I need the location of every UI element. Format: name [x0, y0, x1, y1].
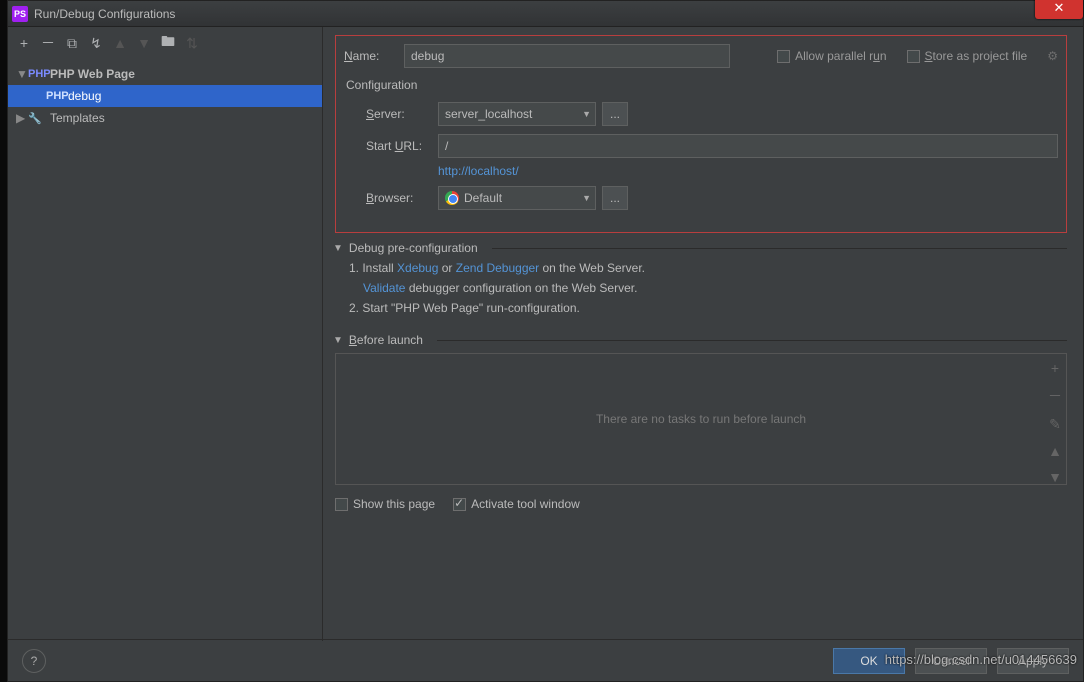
chevron-down-icon: ▼ — [333, 335, 343, 346]
store-as-project-file-checkbox[interactable]: Store as project file — [907, 49, 1028, 63]
activate-tool-window-checkbox[interactable]: Activate tool window — [453, 497, 580, 511]
php-icon: PHP — [46, 90, 64, 102]
debug-step-validate: Validate debugger configuration on the W… — [349, 281, 1067, 295]
validate-link[interactable]: Validate — [363, 281, 405, 295]
name-input[interactable] — [404, 44, 730, 68]
checkbox-label: Store as project file — [925, 49, 1028, 63]
tree-node-debug[interactable]: PHP debug — [8, 85, 322, 107]
name-label: NName:ame: — [344, 49, 404, 63]
cancel-button[interactable]: Cancel — [915, 648, 987, 674]
sidebar-toolbar: + － ⧉ ↯ ▲ ▼ 🖿 ⇅ — [8, 27, 322, 59]
gear-icon[interactable]: ⚙ — [1047, 49, 1058, 63]
config-tree: ▼ PHP PHP Web Page PHP debug ▶ 🔧 Templat… — [8, 59, 322, 641]
chevron-down-icon: ▼ — [582, 109, 591, 119]
down-icon[interactable]: ▼ — [136, 35, 152, 51]
combo-value: server_localhost — [445, 107, 532, 121]
titlebar: PS Run/Debug Configurations — [8, 1, 1083, 27]
chevron-down-icon: ▼ — [333, 243, 343, 254]
starturl-label: Start URL: — [366, 139, 438, 153]
browser-browse-button[interactable]: ... — [602, 186, 628, 210]
add-icon[interactable]: + — [16, 35, 32, 51]
sidebar: + － ⧉ ↯ ▲ ▼ 🖿 ⇅ ▼ PHP PHP Web Page PHP d… — [8, 27, 323, 641]
close-button[interactable]: ✕ — [1035, 0, 1083, 19]
tree-label: PHP Web Page — [50, 67, 135, 81]
tree-node-php-web-page[interactable]: ▼ PHP PHP Web Page — [8, 63, 322, 85]
checkbox-label: Activate tool window — [471, 497, 580, 511]
folder-icon[interactable]: 🖿 — [160, 35, 176, 51]
before-launch-header[interactable]: ▼ Before launch — [333, 333, 1067, 347]
ok-button[interactable]: OK — [833, 648, 905, 674]
remove-icon[interactable]: － — [40, 35, 56, 51]
debug-pre-list: 1. Install Xdebug or Zend Debugger on th… — [349, 261, 1067, 315]
debug-pre-header[interactable]: ▼ Debug pre-configuration — [333, 241, 1067, 255]
configuration-header: Configuration — [346, 78, 1058, 92]
xdebug-link[interactable]: Xdebug — [397, 261, 438, 275]
debug-step-1: 1. Install Xdebug or Zend Debugger on th… — [349, 261, 1067, 275]
expand-icon[interactable]: ▼ — [16, 67, 28, 81]
resolved-url-link[interactable]: http://localhost/ — [438, 164, 519, 178]
before-launch-tasks: There are no tasks to run before launch … — [335, 353, 1067, 485]
server-browse-button[interactable]: ... — [602, 102, 628, 126]
empty-tasks-text: There are no tasks to run before launch — [596, 412, 806, 426]
allow-parallel-run-checkbox[interactable]: Allow parallel run — [777, 49, 886, 63]
starturl-input[interactable] — [438, 134, 1058, 158]
highlight-box: NName:ame: Allow parallel run Store as p… — [335, 35, 1067, 233]
content: + － ⧉ ↯ ▲ ▼ 🖿 ⇅ ▼ PHP PHP Web Page PHP d… — [8, 27, 1083, 641]
move-up-icon[interactable]: ▲ — [1048, 443, 1062, 459]
server-label: Server: — [366, 107, 438, 121]
dialog: PS Run/Debug Configurations ✕ + － ⧉ ↯ ▲ … — [7, 0, 1084, 682]
checkbox-label: Allow parallel run — [795, 49, 886, 63]
app-icon: PS — [12, 6, 28, 22]
task-side-toolbar: + － ✎ ▲ ▼ — [1044, 354, 1066, 484]
window-title: Run/Debug Configurations — [34, 7, 175, 21]
wrench-icon: 🔧 — [28, 112, 46, 125]
add-task-icon[interactable]: + — [1051, 360, 1059, 376]
main-panel: NName:ame: Allow parallel run Store as p… — [323, 27, 1083, 641]
apply-button[interactable]: Apply — [997, 648, 1069, 674]
browser-combo[interactable]: Default ▼ — [438, 186, 596, 210]
chrome-icon — [445, 191, 459, 205]
copy-icon[interactable]: ⧉ — [64, 35, 80, 51]
up-icon[interactable]: ▲ — [112, 35, 128, 51]
move-down-icon[interactable]: ▼ — [1048, 469, 1062, 485]
tree-label: debug — [68, 89, 101, 103]
expand-icon[interactable]: ▶ — [16, 111, 28, 125]
tree-label: Templates — [50, 111, 105, 125]
debug-step-2: 2. Start "PHP Web Page" run-configuratio… — [349, 301, 1067, 315]
edit-task-icon[interactable]: ✎ — [1049, 416, 1061, 433]
server-combo[interactable]: server_localhost ▼ — [438, 102, 596, 126]
remove-task-icon[interactable]: － — [1048, 386, 1062, 406]
edit-icon[interactable]: ↯ — [88, 35, 104, 51]
footer: ? OK Cancel Apply — [8, 639, 1083, 681]
php-icon: PHP — [28, 68, 46, 80]
help-button[interactable]: ? — [22, 649, 46, 673]
combo-value: Default — [445, 191, 502, 205]
checkbox-label: Show this page — [353, 497, 435, 511]
show-this-page-checkbox[interactable]: Show this page — [335, 497, 435, 511]
zend-debugger-link[interactable]: Zend Debugger — [456, 261, 539, 275]
chevron-down-icon: ▼ — [582, 193, 591, 203]
browser-label: Browser: — [366, 191, 438, 205]
sort-icon[interactable]: ⇅ — [184, 35, 200, 51]
tree-node-templates[interactable]: ▶ 🔧 Templates — [8, 107, 322, 129]
